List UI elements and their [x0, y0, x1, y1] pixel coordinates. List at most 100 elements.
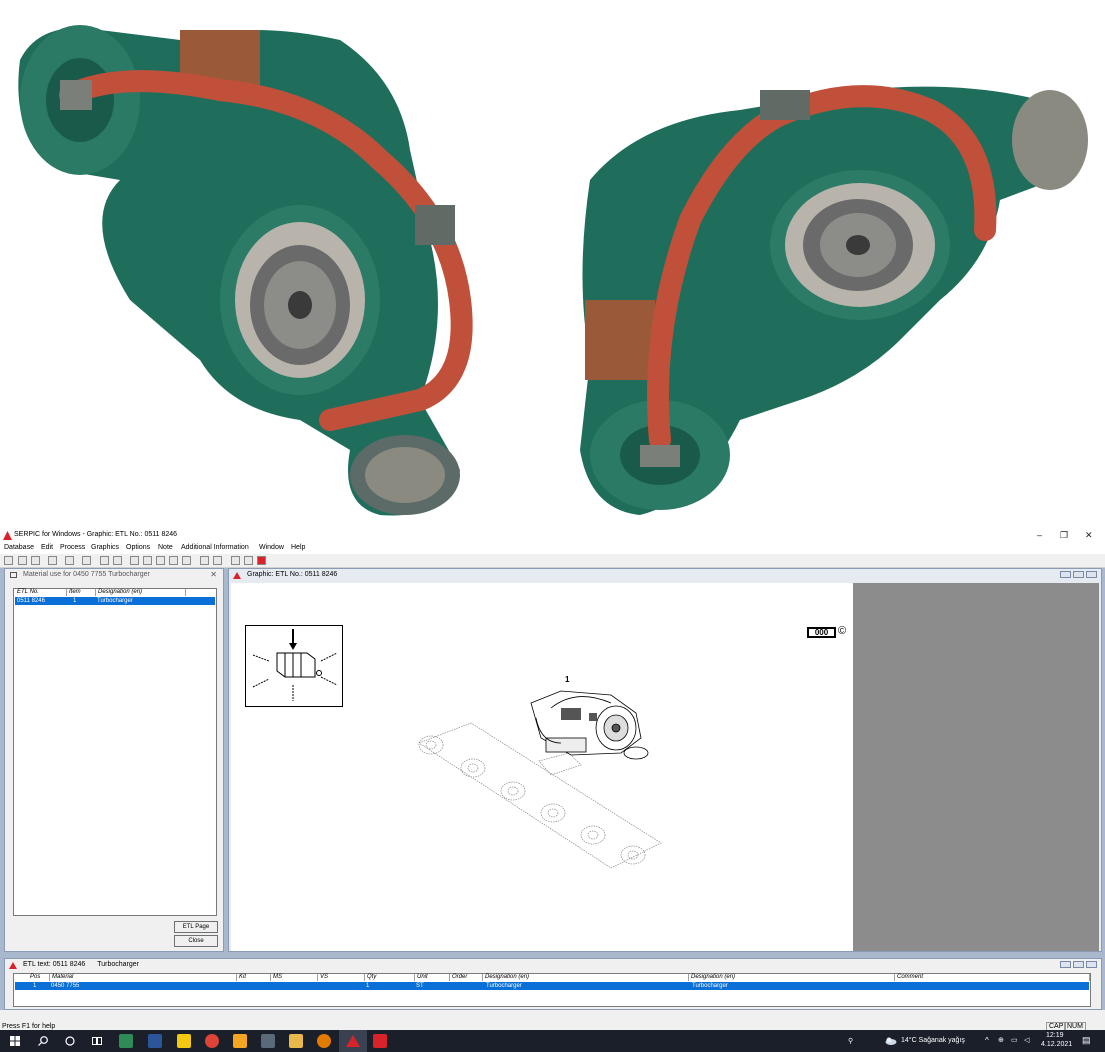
tray-volume-icon[interactable]: ◁ — [1024, 1036, 1029, 1044]
taskbar-serpic-icon[interactable] — [346, 1035, 360, 1047]
toolbar-tool-icon[interactable] — [4, 556, 13, 565]
col-comment[interactable]: Comment — [895, 974, 1090, 981]
graphic-viewport[interactable]: 000 © 1 — [231, 583, 1099, 951]
turbocharger-photo-right — [580, 85, 1088, 516]
etl-minimize-icon[interactable] — [1060, 961, 1071, 968]
taskbar-search-app-icon[interactable] — [317, 1034, 331, 1048]
col-etl-no[interactable]: ETL No. — [15, 589, 67, 596]
drawing-sheet[interactable]: 000 © 1 — [231, 583, 853, 951]
toolbar-print-icon[interactable] — [82, 556, 91, 565]
menu-additional-information[interactable]: Additional Information — [181, 544, 249, 551]
toolbar-graphic-icon[interactable] — [156, 556, 165, 565]
toolbar-pencil-icon[interactable] — [130, 556, 139, 565]
task-view-icon[interactable] — [92, 1036, 102, 1046]
col-kit[interactable]: Kit — [237, 974, 271, 981]
toolbar-link-icon[interactable] — [31, 556, 40, 565]
graphic-minimize-icon[interactable] — [1060, 571, 1071, 578]
toolbar-window-icon[interactable] — [182, 556, 191, 565]
taskbar-outlook-icon[interactable] — [233, 1034, 247, 1048]
weather-text[interactable]: 14°C Sağanak yağış — [901, 1037, 965, 1044]
row-etl-no: 0511 8246 — [17, 598, 45, 604]
menu-database[interactable]: Database — [4, 544, 34, 551]
etl-text-table[interactable]: Pos Material Kit MS VS Qty Unit Order De… — [13, 973, 1091, 1007]
toolbar-help-icon[interactable] — [244, 556, 253, 565]
cell-pos: 1 — [33, 983, 37, 989]
graphic-close-icon[interactable] — [1086, 571, 1097, 578]
menu-help[interactable]: Help — [291, 544, 305, 551]
graphic-panel: Graphic: ETL No.: 0511 8246 000 © 1 — [228, 568, 1102, 952]
graphic-restore-icon[interactable] — [1073, 571, 1084, 578]
windows-taskbar: ⚲ 14°C Sağanak yağış ^ ⊕ ▭ ◁ 12:19 4.12.… — [0, 1030, 1105, 1052]
col-designation[interactable]: Designation (en) — [96, 589, 186, 596]
col-item[interactable]: Item — [67, 589, 96, 596]
col-designation-2[interactable]: Designation (en) — [689, 974, 895, 981]
menu-edit[interactable]: Edit — [41, 544, 53, 551]
menu-process[interactable]: Process — [60, 544, 85, 551]
col-qty[interactable]: Qty — [365, 974, 415, 981]
close-icon[interactable]: ✕ — [1085, 530, 1093, 541]
col-ms[interactable]: MS — [271, 974, 318, 981]
toolbar-forward-icon[interactable] — [213, 556, 222, 565]
taskbar-teamviewer-icon[interactable] — [261, 1034, 275, 1048]
row-item: 1 — [73, 598, 77, 604]
col-vs[interactable]: VS — [318, 974, 365, 981]
cortana-icon[interactable] — [65, 1036, 75, 1046]
col-order[interactable]: Order — [450, 974, 483, 981]
graphic-window-controls — [1058, 571, 1097, 580]
toolbar-open-icon[interactable] — [113, 556, 122, 565]
table-row[interactable]: 1 0450 7755 1 ST Turbocharger Turbocharg… — [15, 982, 1089, 990]
graphic-serpic-icon — [233, 572, 241, 579]
etl-text-subtitle: Turbocharger — [97, 961, 139, 968]
clock-date[interactable]: 4.12.2021 — [1041, 1041, 1072, 1048]
toolbar-arrows-icon[interactable] — [143, 556, 152, 565]
taskbar-app-photos-icon[interactable] — [119, 1034, 133, 1048]
minimize-icon[interactable]: – — [1037, 530, 1042, 540]
taskbar-chrome-icon[interactable] — [205, 1034, 219, 1048]
tray-display-icon[interactable]: ▭ — [1011, 1036, 1018, 1044]
taskbar-serpic-second-icon[interactable] — [373, 1034, 387, 1048]
col-designation-1[interactable]: Designation (en) — [483, 974, 689, 981]
toolbar-delete-icon[interactable] — [48, 556, 57, 565]
material-list[interactable]: ETL No. Item Designation (en) 0511 8246 … — [13, 588, 217, 916]
toolbar-info-icon[interactable] — [231, 556, 240, 565]
col-pos[interactable]: Pos — [28, 974, 50, 981]
etl-restore-icon[interactable] — [1073, 961, 1084, 968]
row-designation: Turbocharger — [97, 598, 133, 604]
list-item[interactable]: 0511 8246 1 Turbocharger — [15, 597, 215, 605]
turbocharger-photo-illustration — [18, 25, 1088, 516]
clock-time[interactable]: 12:19 — [1046, 1032, 1064, 1039]
copyright-symbol: © — [838, 625, 847, 637]
search-icon[interactable] — [38, 1036, 48, 1046]
etl-text-title-label: ETL text: 0511 8246 — [23, 961, 86, 968]
restore-icon[interactable]: ❐ — [1060, 530, 1068, 541]
etl-window-controls — [1058, 961, 1097, 970]
etl-close-icon[interactable] — [1086, 961, 1097, 968]
close-button[interactable]: Close — [174, 935, 218, 947]
toolbar-serpic-icon[interactable] — [257, 556, 266, 565]
col-unit[interactable]: Unit — [415, 974, 450, 981]
windows-start-icon[interactable] — [10, 1036, 20, 1046]
weather-cloud-icon — [885, 1037, 897, 1045]
window-title: SERPIC for Windows - Graphic: ETL No.: 0… — [14, 531, 178, 538]
col-material[interactable]: Material — [50, 974, 237, 981]
notification-icon[interactable]: ▤ — [1082, 1035, 1091, 1046]
turbocharger-photo-left — [18, 25, 473, 516]
menu-graphics[interactable]: Graphics — [91, 544, 119, 551]
menu-window[interactable]: Window — [259, 544, 284, 551]
taskbar-sticky-notes-icon[interactable] — [177, 1034, 191, 1048]
etl-page-button[interactable]: ETL Page — [174, 921, 218, 933]
toolbar-table-icon[interactable] — [169, 556, 178, 565]
people-icon[interactable]: ⚲ — [848, 1037, 853, 1045]
tray-network-icon[interactable]: ⊕ — [998, 1036, 1004, 1044]
etl-text-title: ETL text: 0511 8246 Turbocharger — [5, 959, 1101, 971]
material-panel-close-icon[interactable]: ✕ — [210, 570, 217, 579]
taskbar-word-icon[interactable] — [148, 1034, 162, 1048]
toolbar-copy-icon[interactable] — [65, 556, 74, 565]
tray-chevron-icon[interactable]: ^ — [985, 1036, 989, 1045]
menu-options[interactable]: Options — [126, 544, 150, 551]
toolbar-search-icon[interactable] — [18, 556, 27, 565]
menu-note[interactable]: Note — [158, 544, 173, 551]
toolbar-new-icon[interactable] — [100, 556, 109, 565]
taskbar-file-explorer-icon[interactable] — [289, 1034, 303, 1048]
toolbar-back-icon[interactable] — [200, 556, 209, 565]
